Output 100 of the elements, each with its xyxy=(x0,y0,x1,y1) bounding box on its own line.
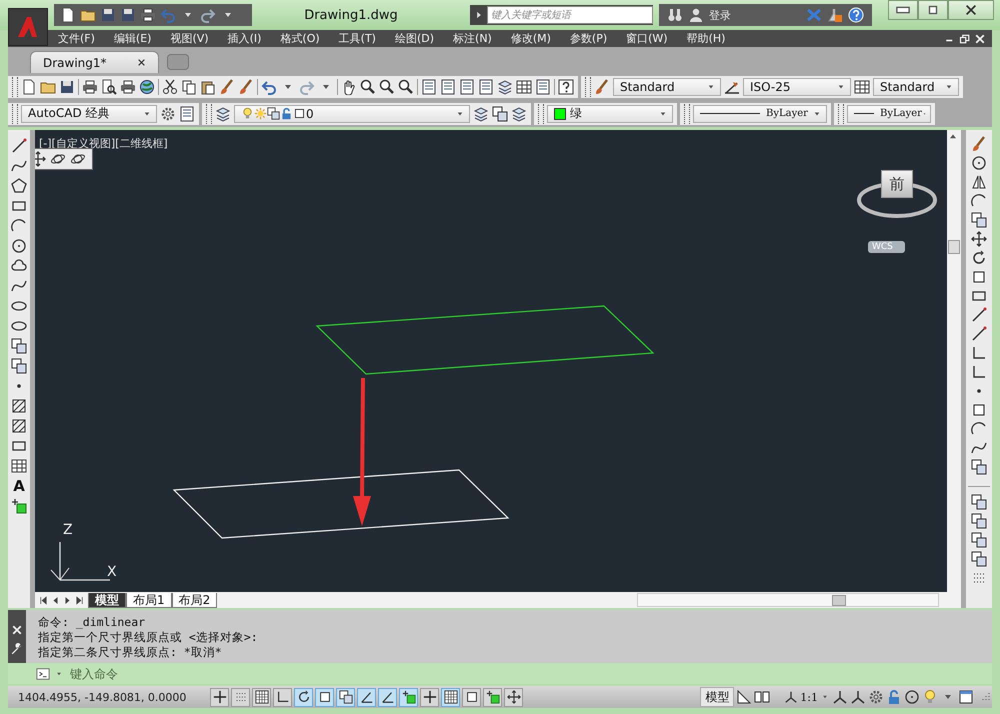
flask-icon[interactable] xyxy=(827,7,843,23)
status-toggle-button[interactable] xyxy=(399,688,418,706)
curve-icon[interactable] xyxy=(11,278,27,294)
menu-item[interactable]: 视图(V) xyxy=(170,31,209,46)
status-toggle-button[interactable] xyxy=(420,688,439,706)
status-toggle-button[interactable] xyxy=(462,688,481,706)
application-menu-button[interactable] xyxy=(8,8,48,46)
help-icon[interactable] xyxy=(558,78,574,94)
magnifier-icon[interactable] xyxy=(398,78,414,94)
horizontal-scrollbar[interactable] xyxy=(637,593,939,607)
gear-icon[interactable] xyxy=(160,106,176,122)
globe-icon[interactable] xyxy=(139,78,155,94)
menu-item[interactable]: 格式(O) xyxy=(280,31,320,46)
menu-item[interactable]: 编辑(E) xyxy=(114,31,152,46)
linetype-dropdown[interactable]: ByLayer xyxy=(693,104,827,122)
table-icon[interactable] xyxy=(516,78,532,94)
status-toggle-button[interactable] xyxy=(504,688,523,706)
menu-item[interactable]: 插入(I) xyxy=(228,31,262,46)
undo-icon[interactable] xyxy=(261,78,277,94)
scroll-thumb[interactable] xyxy=(832,595,846,606)
redo-icon[interactable] xyxy=(200,7,216,23)
table-icon[interactable] xyxy=(11,458,27,474)
panel-icon[interactable] xyxy=(535,78,551,94)
brush-icon[interactable] xyxy=(971,136,987,152)
circle-icon[interactable] xyxy=(904,689,920,705)
document-icon[interactable] xyxy=(21,78,37,94)
last-icon[interactable] xyxy=(74,594,85,606)
menu-item[interactable]: 绘图(D) xyxy=(394,31,434,46)
lineweight-dropdown[interactable]: ByLayer xyxy=(847,104,931,122)
triangle-ruler-icon[interactable] xyxy=(736,689,752,705)
restore-icon[interactable] xyxy=(959,32,971,44)
text-tool[interactable]: A xyxy=(13,478,25,494)
menu-item[interactable]: 文件(F) xyxy=(58,31,95,46)
minimize-button[interactable] xyxy=(888,0,918,20)
model-space-button[interactable]: 模型 xyxy=(700,687,734,707)
brush-icon[interactable] xyxy=(238,78,254,94)
printer-icon[interactable] xyxy=(82,78,98,94)
line-icon[interactable] xyxy=(971,307,987,323)
stacked-squares-icon[interactable] xyxy=(971,513,987,529)
corner-icon[interactable] xyxy=(971,364,987,380)
status-toggle-button[interactable] xyxy=(210,688,229,706)
circular-arrow-icon[interactable] xyxy=(971,250,987,266)
square-icon[interactable] xyxy=(971,269,987,285)
panel-icon[interactable] xyxy=(459,78,475,94)
arc-icon[interactable] xyxy=(11,218,27,234)
printer-icon[interactable] xyxy=(120,78,136,94)
stacked-squares-icon[interactable] xyxy=(11,358,27,374)
panel-icon[interactable] xyxy=(421,78,437,94)
layout-tab[interactable]: 布局2 xyxy=(172,592,218,608)
question-circle-icon[interactable] xyxy=(848,7,864,23)
arc-icon[interactable] xyxy=(971,193,987,209)
scroll-thumb[interactable] xyxy=(948,240,960,254)
search-field[interactable]: 键入关键字或短语 xyxy=(487,6,653,24)
viewcube[interactable]: 前 xyxy=(881,170,913,198)
status-toggle-button[interactable] xyxy=(315,688,334,706)
person-icon[interactable] xyxy=(688,7,704,23)
layers-icon[interactable] xyxy=(497,78,513,94)
panel-icon[interactable] xyxy=(440,78,456,94)
layout-tab[interactable]: 模型 xyxy=(88,592,126,608)
plus-square-icon[interactable] xyxy=(11,498,27,514)
vertical-scrollbar[interactable] xyxy=(947,130,961,608)
command-prompt-icon[interactable] xyxy=(36,666,50,680)
table-style-dropdown[interactable]: Standard xyxy=(873,78,959,96)
window-frame-icon[interactable] xyxy=(958,689,974,705)
close-button[interactable] xyxy=(948,0,994,20)
sign-in-link[interactable]: 登录 xyxy=(709,8,731,22)
page-magnifier-icon[interactable] xyxy=(101,78,117,94)
status-toggle-button[interactable] xyxy=(336,688,355,706)
stacked-squares-icon[interactable] xyxy=(971,532,987,548)
stacked-squares-icon[interactable] xyxy=(971,551,987,567)
stacked-squares-icon[interactable] xyxy=(11,338,27,354)
brush-icon[interactable] xyxy=(219,78,235,94)
clipboard-icon[interactable] xyxy=(200,78,216,94)
document-tab[interactable]: Drawing1* xyxy=(30,51,159,73)
stacked-squares-icon[interactable] xyxy=(971,459,987,475)
maximize-button[interactable] xyxy=(918,0,948,20)
brush-icon[interactable] xyxy=(594,78,610,94)
magnifier-icon[interactable] xyxy=(360,78,376,94)
circle-icon[interactable] xyxy=(11,238,27,254)
wrench-icon[interactable] xyxy=(10,642,24,656)
scissors-icon[interactable] xyxy=(162,78,178,94)
status-toggle-button[interactable] xyxy=(441,688,460,706)
panel-icon[interactable] xyxy=(179,106,195,122)
square-icon[interactable] xyxy=(971,402,987,418)
corner-icon[interactable] xyxy=(971,345,987,361)
menu-item[interactable]: 标注(N) xyxy=(453,31,492,46)
menu-item[interactable]: 帮助(H) xyxy=(686,31,726,46)
workspace-dropdown[interactable]: AutoCAD 经典 xyxy=(21,104,157,122)
layers-icon[interactable] xyxy=(215,106,231,122)
status-toggle-button[interactable] xyxy=(357,688,376,706)
line-icon[interactable] xyxy=(971,326,987,342)
printer-icon[interactable] xyxy=(140,7,156,23)
stacked-squares-icon[interactable] xyxy=(971,494,987,510)
copy-icon[interactable] xyxy=(181,78,197,94)
menu-item[interactable]: 参数(P) xyxy=(570,31,608,46)
layers-icon[interactable] xyxy=(511,106,527,122)
status-toggle-button[interactable] xyxy=(252,688,271,706)
circle-icon[interactable] xyxy=(971,155,987,171)
color-dropdown[interactable]: 绿 xyxy=(547,104,673,122)
status-toggle-button[interactable] xyxy=(483,688,502,706)
